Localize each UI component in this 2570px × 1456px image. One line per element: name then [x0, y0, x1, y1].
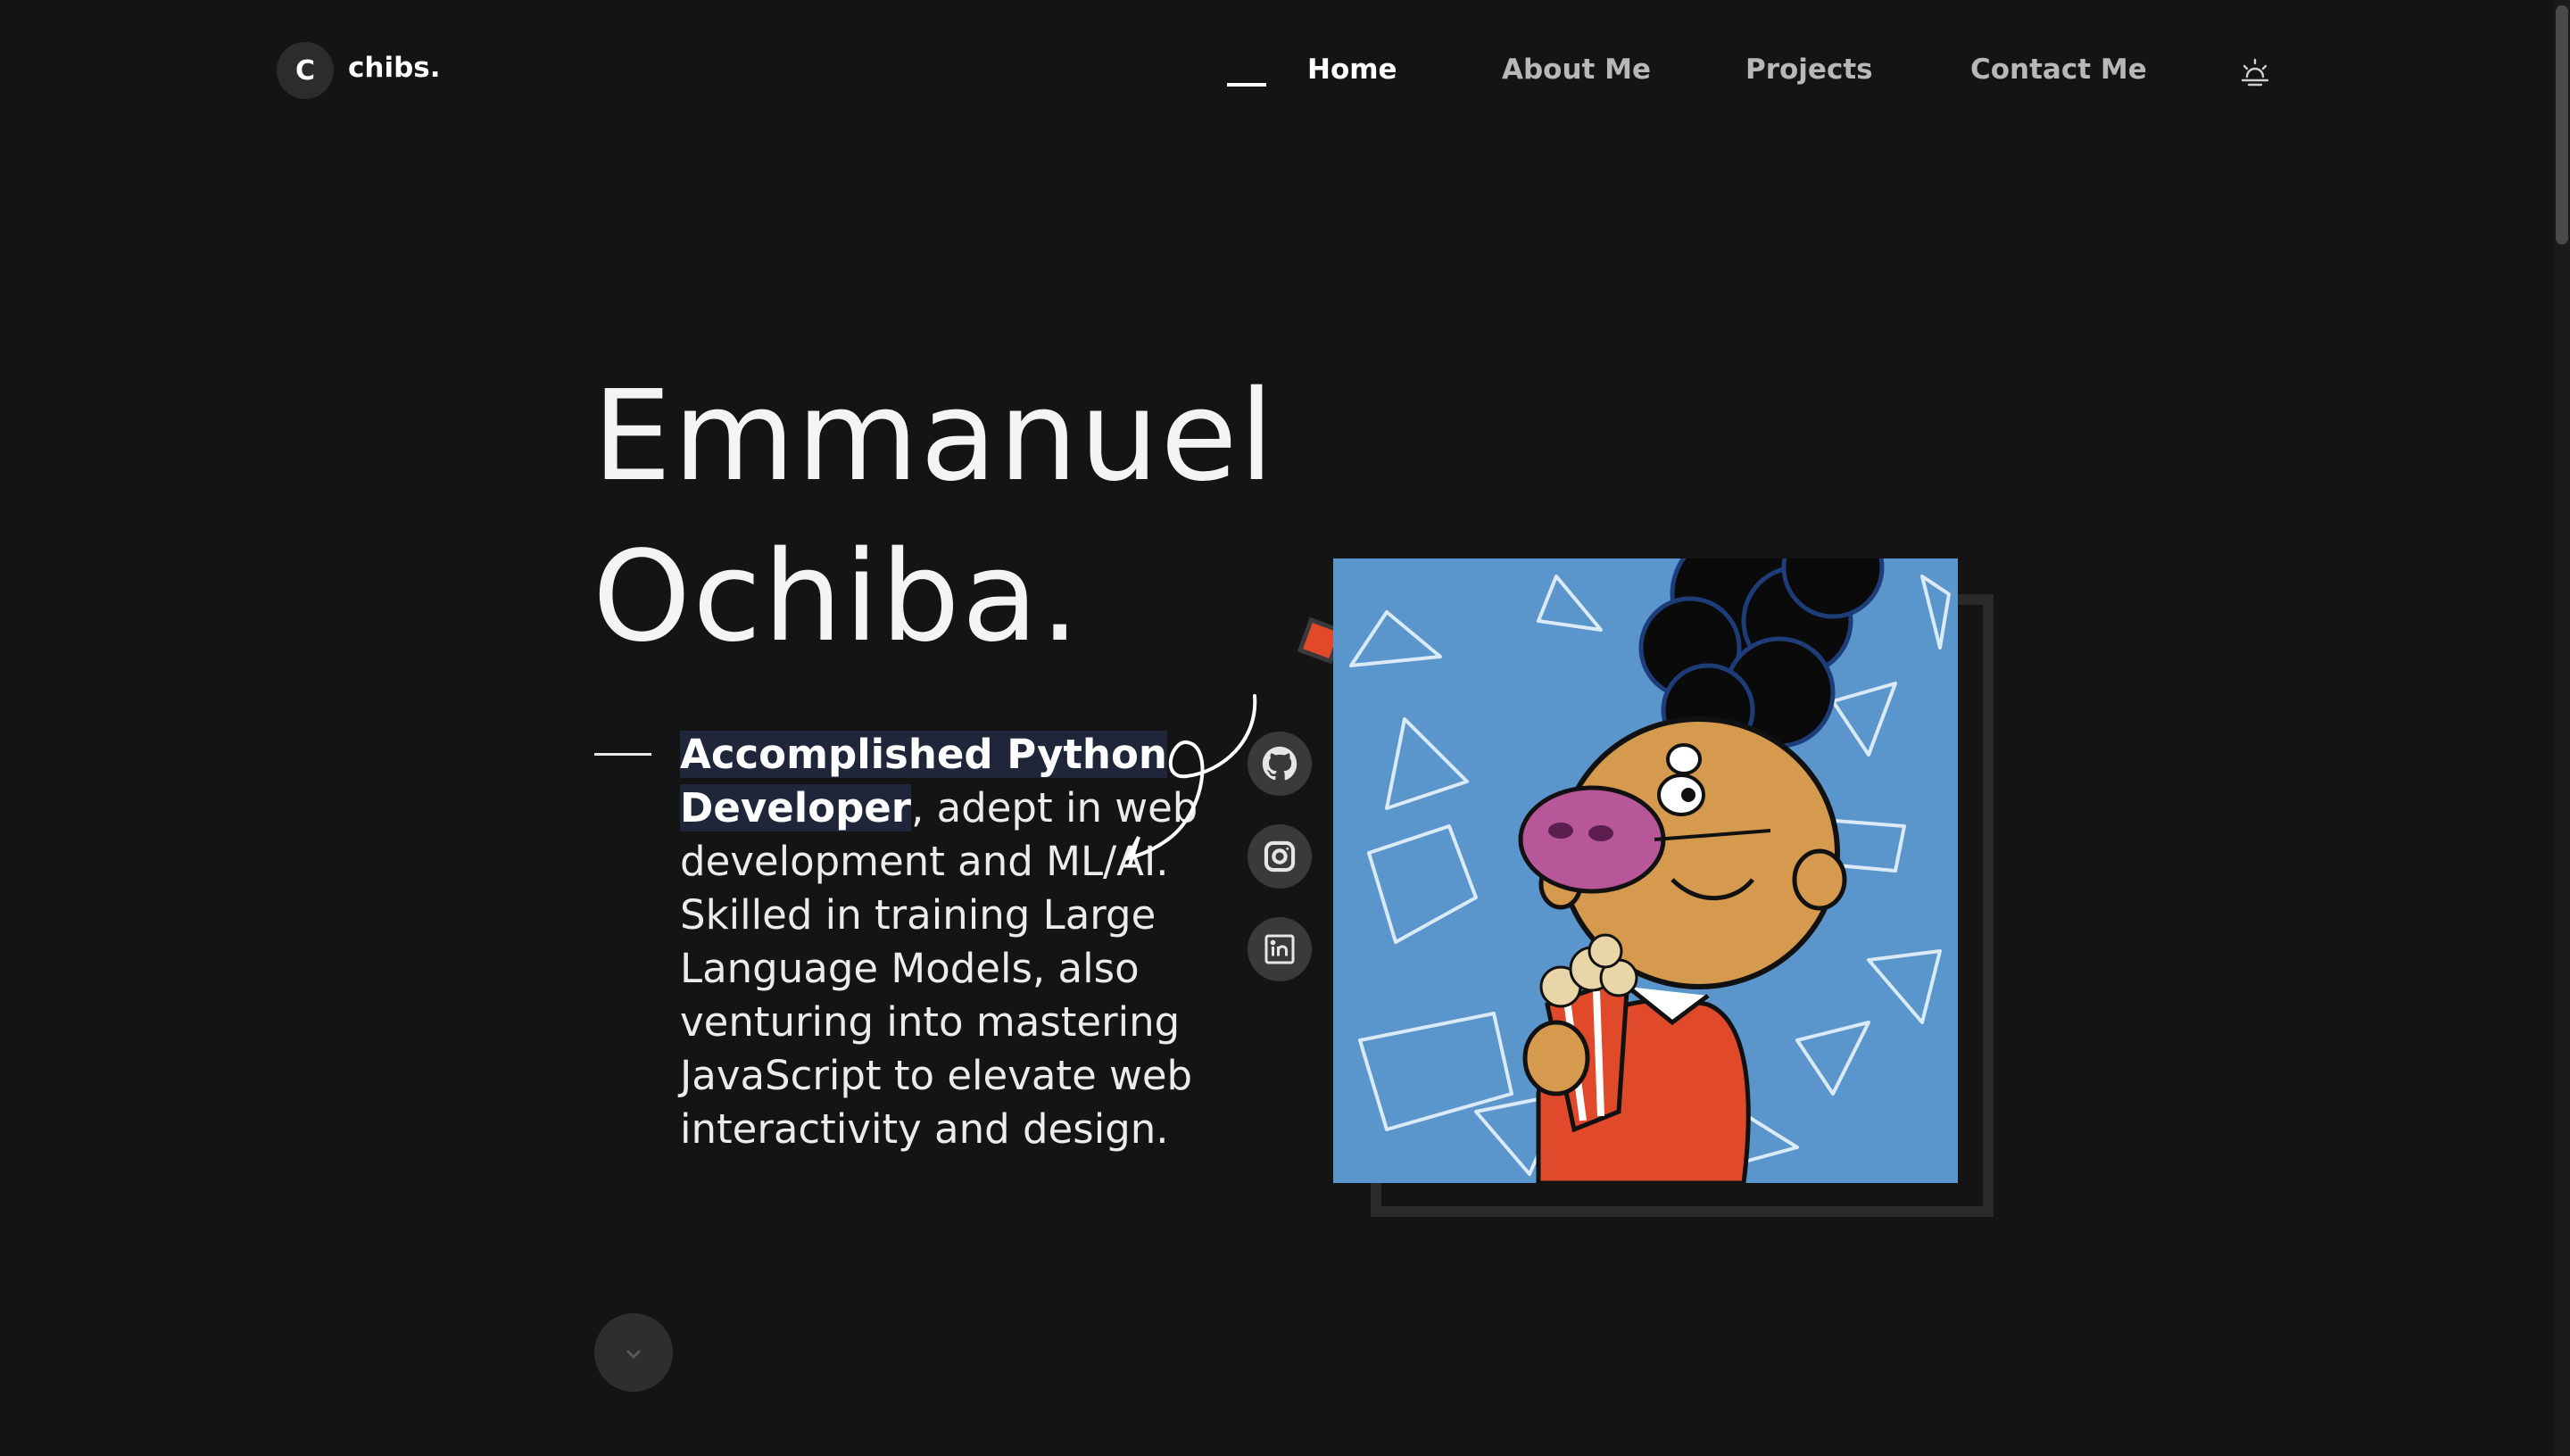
instagram-icon	[1264, 840, 1296, 873]
nav-item-home[interactable]: Home	[1307, 54, 1397, 86]
nav-item-about-me[interactable]: About Me	[1502, 54, 1651, 86]
cartoon-avatar-illustration	[1333, 558, 1958, 1183]
github-icon	[1262, 746, 1297, 781]
linkedin-icon	[1264, 934, 1295, 964]
squiggle-decoration	[1124, 694, 1257, 867]
sun-half-icon	[2241, 58, 2269, 87]
hero-dash	[594, 753, 651, 756]
hero-last-name: Ochiba.	[593, 525, 1082, 670]
logo-avatar[interactable]: C	[277, 42, 334, 99]
hero-first-name: Emmanuel	[593, 364, 1276, 509]
nav-item-contact-me[interactable]: Contact Me	[1970, 54, 2147, 86]
theme-toggle-button[interactable]	[2238, 55, 2272, 89]
instagram-button[interactable]	[1248, 824, 1312, 889]
github-button[interactable]	[1248, 732, 1312, 796]
nav-active-indicator	[1227, 83, 1266, 87]
linkedin-button[interactable]	[1248, 917, 1312, 981]
profile-avatar-image	[1333, 558, 1958, 1183]
nav-item-projects[interactable]: Projects	[1745, 54, 1873, 86]
scroll-down-button[interactable]	[594, 1313, 673, 1392]
brand-name[interactable]: chibs.	[348, 52, 441, 84]
scrollbar-thumb[interactable]	[2556, 5, 2568, 244]
chevron-down-icon	[626, 1350, 641, 1360]
hero-name: Emmanuel Ochiba.	[593, 357, 1276, 678]
logo-initial: C	[294, 54, 316, 87]
